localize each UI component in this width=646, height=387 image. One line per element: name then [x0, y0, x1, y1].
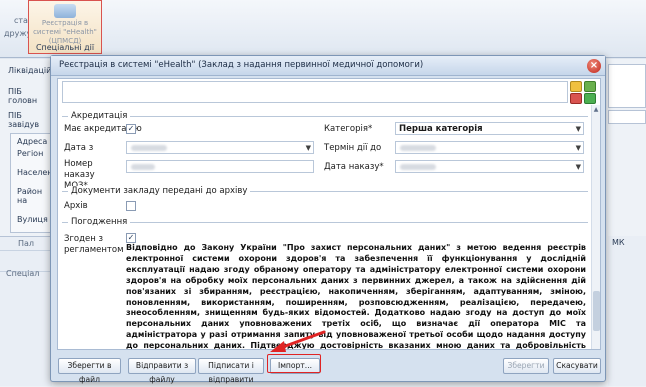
bg-panel-item: Вулиця	[17, 215, 48, 224]
ribbon-group-label: Спеціальні дії	[35, 43, 95, 52]
date-from-label: Дата з	[64, 143, 94, 153]
bg-panel-item: Регіон	[17, 149, 44, 158]
warning-icon[interactable]	[570, 81, 582, 92]
date-from-value	[131, 145, 167, 151]
date-from-field[interactable]: ▼	[126, 141, 314, 154]
bg-field-label-1: Ліквідаційн	[8, 66, 57, 75]
bg-panel-item: Населен	[17, 168, 53, 177]
archive-checkbox[interactable]	[126, 201, 136, 211]
remove-icon[interactable]	[570, 93, 582, 104]
order-date-value	[400, 164, 436, 170]
archive-title: Документи закладу передані до архіву	[68, 186, 251, 196]
consent-label: Згоден з регламентом	[64, 234, 124, 255]
bg-right-header: МК	[612, 238, 625, 247]
bg-right-panel: МК	[608, 236, 646, 386]
order-number-value	[131, 164, 155, 170]
bg-grid-header: Пал	[0, 237, 52, 251]
send-from-file-button[interactable]: Відправити з файлу	[128, 358, 196, 384]
order-date-label: Дата наказу*	[324, 162, 384, 172]
dialog-title: Реєстрація в системі "eHealth" (Заклад з…	[51, 56, 605, 76]
chevron-down-icon[interactable]: ▼	[576, 125, 581, 133]
category-select[interactable]: Перша категорія ▼	[395, 122, 584, 135]
accreditation-title: Акредитація	[68, 111, 131, 121]
bg-grid: Пал Спеціал	[0, 236, 52, 386]
consent-checkbox[interactable]: ✓	[126, 233, 136, 243]
term-value	[400, 145, 436, 151]
chevron-down-icon[interactable]: ▼	[576, 163, 581, 171]
bg-panel-item: Район на	[17, 187, 43, 205]
save-to-file-button[interactable]: Зберегти в файл	[58, 358, 121, 384]
bg-right-box	[608, 64, 646, 108]
scroll-up-icon[interactable]: ▲	[592, 105, 600, 114]
close-icon[interactable]: ×	[587, 59, 601, 73]
chevron-down-icon[interactable]: ▼	[306, 144, 311, 152]
consent-text: Відповідно до Закону України "Про захист…	[126, 243, 586, 350]
import-highlight-box	[267, 354, 321, 373]
ehealth-registration-dialog: Реєстрація в системі "eHealth" (Заклад з…	[50, 55, 606, 384]
top-text-area[interactable]	[62, 81, 568, 103]
annotation-arrow-icon	[270, 330, 326, 352]
term-label: Термін дії до	[324, 143, 382, 153]
bg-right-box	[608, 110, 646, 124]
add-icon[interactable]	[584, 81, 596, 92]
chevron-down-icon[interactable]: ▼	[576, 144, 581, 152]
order-date-field[interactable]: ▼	[395, 160, 584, 173]
archive-label: Архів	[64, 201, 88, 211]
archive-section: Документи закладу передані до архіву	[62, 186, 588, 217]
term-field[interactable]: ▼	[395, 141, 584, 154]
category-label: Категорія*	[324, 124, 373, 134]
vertical-scrollbar[interactable]: ▲	[591, 105, 600, 349]
has-accreditation-checkbox[interactable]: ✓	[126, 124, 136, 134]
bg-panel-item: Адреса	[17, 137, 48, 146]
sign-and-send-button[interactable]: Підписати і відправити	[198, 358, 264, 384]
save-button[interactable]: Зберегти	[503, 358, 549, 374]
bg-field-label-2: ПІБ головн	[8, 87, 38, 105]
dialog-content: Акредитація Має акредитацію ✓ Категорія*…	[57, 78, 601, 350]
cancel-button[interactable]: Скасувати	[553, 358, 601, 374]
bg-grid-row[interactable]: Спеціал	[0, 251, 52, 278]
bg-field-label-3: ПІБ завідув	[8, 111, 40, 129]
edit-icon[interactable]	[584, 93, 596, 104]
order-number-field[interactable]	[126, 160, 314, 173]
ribbon-button-label: Реєстрація в системі "eHealth" (ЦПМСД)	[33, 19, 97, 45]
consent-title: Погодження	[68, 217, 131, 227]
category-value: Перша категорія	[399, 124, 483, 134]
registration-icon	[54, 4, 76, 18]
ribbon: стана дружу Реєстрація в системі "eHealt…	[0, 0, 646, 58]
bg-address-panel: Адреса Регіон Населен Район на Вулиця	[10, 133, 53, 233]
scroll-thumb[interactable]	[593, 291, 600, 331]
